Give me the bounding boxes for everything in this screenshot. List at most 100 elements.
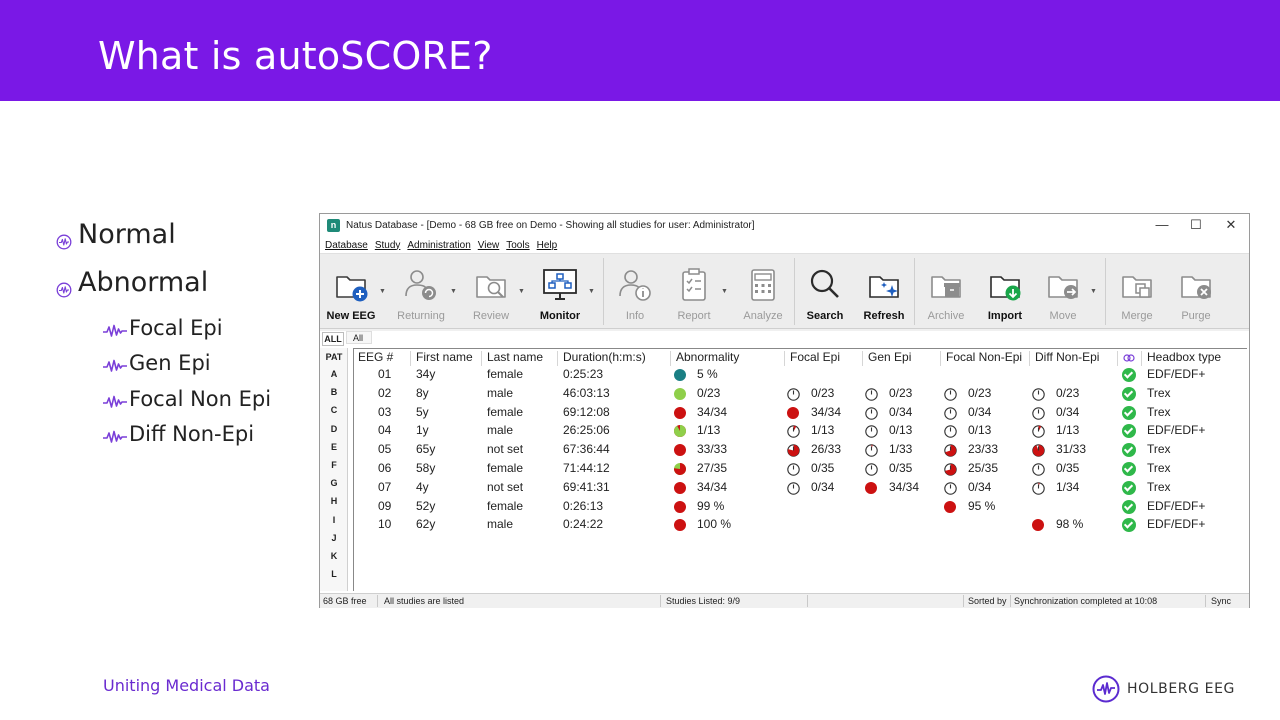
refresh-button[interactable]: Refresh <box>857 254 911 329</box>
archive-button[interactable]: Archive <box>918 254 974 329</box>
column-header[interactable]: Abnormality <box>676 350 739 364</box>
column-header[interactable]: Focal Non-Epi <box>946 350 1022 364</box>
focal-non-epi-value: 0/13 <box>968 423 992 438</box>
focal-epi-value: 0/23 <box>811 385 835 400</box>
dropdown-arrow-icon[interactable]: ▼ <box>450 288 457 295</box>
gen-epi-indicator-icon <box>865 481 877 494</box>
toolbar-label: Report <box>677 310 711 322</box>
monitor-button[interactable]: Monitor <box>531 254 589 329</box>
menu-view[interactable]: View <box>478 240 500 251</box>
maximize-button[interactable]: ☐ <box>1179 214 1213 237</box>
eeg-wave-icon <box>102 426 128 444</box>
headbox-type: Trex <box>1147 385 1171 400</box>
analyze-button[interactable]: Analyze <box>735 254 791 329</box>
index-letter-k[interactable]: K <box>320 551 348 561</box>
menu-study[interactable]: Study <box>375 240 401 251</box>
abnormality-indicator-icon <box>674 463 686 475</box>
index-pat[interactable]: PAT <box>320 352 348 362</box>
first-name: 5y <box>416 404 429 419</box>
sync-status-check-icon <box>1122 386 1136 401</box>
new-eeg-button[interactable]: New EEG <box>322 254 380 329</box>
sync-button[interactable]: Sync <box>1211 596 1231 606</box>
eeg-number: 07 <box>378 479 392 494</box>
menu-database[interactable]: Database <box>325 240 368 251</box>
eeg-number: 09 <box>378 498 392 513</box>
column-header[interactable]: Duration(h:m:s) <box>563 350 646 364</box>
index-letter-a[interactable]: A <box>320 369 348 379</box>
index-letter-j[interactable]: J <box>320 533 348 543</box>
tab-all-active[interactable]: ALL <box>322 332 344 346</box>
dropdown-arrow-icon[interactable]: ▼ <box>518 288 525 295</box>
index-letter-f[interactable]: F <box>320 460 348 470</box>
purge-button[interactable]: Purge <box>1169 254 1223 329</box>
index-letter-g[interactable]: G <box>320 478 348 488</box>
diff-non-epi-value: 1/34 <box>1056 479 1080 494</box>
first-name: 52y <box>416 498 436 513</box>
first-name: 65y <box>416 442 436 457</box>
last-name: male <box>487 423 514 438</box>
duration: 69:12:08 <box>563 404 610 419</box>
dropdown-arrow-icon[interactable]: ▼ <box>379 288 386 295</box>
toolbar-separator <box>1105 258 1106 325</box>
abnormality-value: 1/13 <box>697 423 721 438</box>
bullet-item: Normal <box>56 214 271 254</box>
index-letter-h[interactable]: H <box>320 496 348 506</box>
sync-status-check-icon <box>1122 499 1136 514</box>
merge-button[interactable]: Merge <box>1110 254 1164 329</box>
column-header[interactable]: EEG # <box>358 350 393 364</box>
toolbar: New EEG ▼ Returning ▼ Review ▼ Monitor ▼ Info Rep… <box>320 254 1249 329</box>
eeg-number: 04 <box>378 423 392 438</box>
menu-tools[interactable]: Tools <box>506 240 529 251</box>
folder-delete-icon <box>1177 266 1215 304</box>
index-letter-i[interactable]: I <box>320 515 348 525</box>
abnormality-indicator-icon <box>674 406 686 419</box>
focal-non-epi-progress-icon <box>944 425 957 439</box>
index-letter-c[interactable]: C <box>320 405 348 415</box>
column-header[interactable]: Focal Epi <box>790 350 840 364</box>
close-button[interactable]: ✕ <box>1214 214 1248 237</box>
column-header[interactable]: Last name <box>487 350 543 364</box>
menu-help[interactable]: Help <box>537 240 558 251</box>
toolbar-label: New EEG <box>326 310 376 322</box>
index-letter-e[interactable]: E <box>320 442 348 452</box>
index-letter-b[interactable]: B <box>320 387 348 397</box>
index-letter-d[interactable]: D <box>320 424 348 434</box>
headbox-type: Trex <box>1147 404 1171 419</box>
review-button[interactable]: Review <box>463 254 519 329</box>
toolbar-label: Purge <box>1181 310 1211 322</box>
header-separator <box>940 351 941 366</box>
focal-non-epi-progress-icon <box>944 463 957 476</box>
sub-bullet-item: Gen Epi <box>102 346 271 382</box>
user-refresh-icon <box>402 266 440 304</box>
eeg-wave-icon <box>102 391 128 408</box>
search-button[interactable]: Search <box>798 254 852 329</box>
dropdown-arrow-icon[interactable]: ▼ <box>1090 288 1097 295</box>
tab-all[interactable]: All <box>346 331 372 344</box>
sub-bullet-text: Diff Non-Epi <box>129 422 255 447</box>
minimize-button[interactable]: — <box>1145 214 1179 237</box>
move-button[interactable]: Move <box>1035 254 1091 329</box>
returning-button[interactable]: Returning <box>391 254 451 329</box>
focal-non-epi-value: 95 % <box>968 498 996 513</box>
focal-non-epi-progress-icon <box>944 482 957 495</box>
index-letter-l[interactable]: L <box>320 569 348 579</box>
menu-administration[interactable]: Administration <box>407 240 470 251</box>
abnormality-value: 27/35 <box>697 461 728 475</box>
focal-epi-indicator-icon <box>787 406 799 419</box>
duration: 71:44:12 <box>563 461 610 475</box>
import-button[interactable]: Import <box>978 254 1032 329</box>
report-button[interactable]: Report <box>666 254 722 329</box>
dropdown-arrow-icon[interactable]: ▼ <box>588 288 595 295</box>
last-name: not set <box>487 442 524 457</box>
column-header[interactable]: Diff Non-Epi <box>1035 350 1099 364</box>
toolbar-label: Returning <box>397 310 445 322</box>
info-button[interactable]: Info <box>610 254 660 329</box>
toolbar-label: Search <box>806 310 844 322</box>
dropdown-arrow-icon[interactable]: ▼ <box>721 288 728 295</box>
column-header[interactable]: Gen Epi <box>868 350 911 364</box>
status-bar: 68 GB free All studies are listed Studie… <box>320 593 1249 608</box>
column-header[interactable]: First name <box>416 350 473 364</box>
focal-epi-value: 0/34 <box>811 479 835 494</box>
column-header[interactable]: Headbox type <box>1147 350 1221 364</box>
headbox-type: EDF/EDF+ <box>1147 423 1206 438</box>
